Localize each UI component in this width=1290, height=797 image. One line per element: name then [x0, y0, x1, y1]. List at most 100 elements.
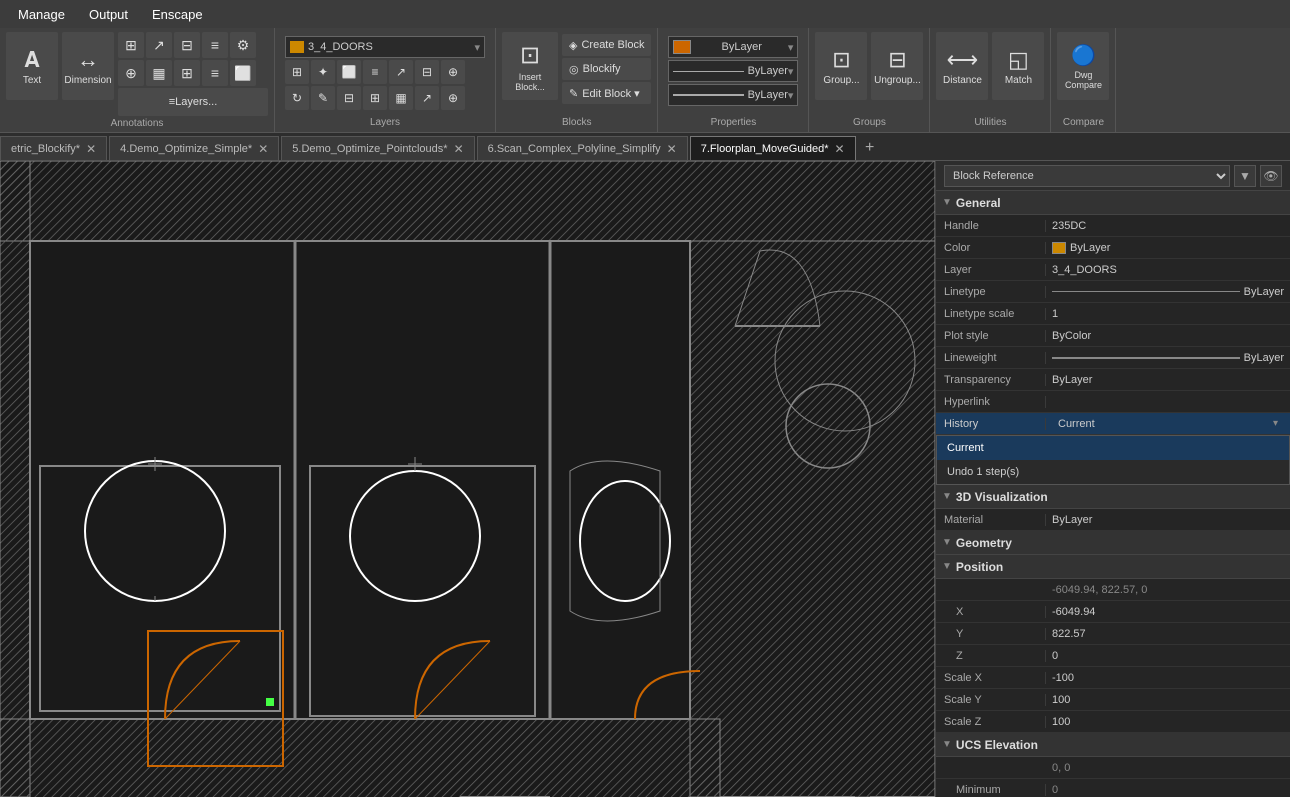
tab-0-close[interactable]: ✕ [86, 142, 96, 156]
section-ucs-label: UCS Elevation [956, 738, 1038, 752]
section-geometry[interactable]: ▼ Geometry [936, 531, 1290, 555]
layer-dropdown[interactable]: 3_4_DOORS ▾ [285, 36, 485, 58]
panel-header: Block Reference ▼ 👁 [936, 161, 1290, 191]
section-general[interactable]: ▼ General [936, 191, 1290, 215]
ribbon-group-blocks: ⊡ Insert Block... ◈ Create Block ◎ Block… [496, 28, 658, 132]
menu-manage[interactable]: Manage [8, 3, 75, 26]
layer-btn-4[interactable]: ≡ [363, 60, 387, 84]
tab-1-close[interactable]: ✕ [258, 142, 268, 156]
tab-3-close[interactable]: ✕ [667, 142, 677, 156]
prop-linetype: Linetype ByLayer [936, 281, 1290, 303]
menu-output[interactable]: Output [79, 3, 138, 26]
layer-btn-10[interactable]: ⊟ [337, 86, 361, 110]
create-block-icon: ◈ [569, 39, 577, 52]
group-button[interactable]: ⊡ Group... [815, 32, 867, 100]
properties-group-label: Properties [664, 115, 802, 128]
tab-1[interactable]: 4.Demo_Optimize_Simple* ✕ [109, 136, 279, 160]
layer-btn-13[interactable]: ↗ [415, 86, 439, 110]
tab-0[interactable]: etric_Blockify* ✕ [0, 136, 107, 160]
section-ucs[interactable]: ▼ UCS Elevation [936, 733, 1290, 757]
color-swatch [673, 40, 691, 54]
ribbon-group-groups: ⊡ Group... ⊟ Ungroup... Groups [809, 28, 930, 132]
anno-btn-10[interactable]: ⬜ [230, 60, 256, 86]
layer-btn-11[interactable]: ⊞ [363, 86, 387, 110]
distance-button[interactable]: ⟷ Distance [936, 32, 988, 100]
tab-4[interactable]: 7.Floorplan_MoveGuided* ✕ [690, 136, 856, 160]
prop-lineweight: Lineweight ByLayer [936, 347, 1290, 369]
section-3d-viz[interactable]: ▼ 3D Visualization [936, 485, 1290, 509]
match-button[interactable]: ◱ Match [992, 32, 1044, 100]
text-icon: 𝐀 [24, 47, 39, 73]
dwg-compare-button[interactable]: 🔵 Dwg Compare [1057, 32, 1109, 100]
block-reference-select[interactable]: Block Reference [944, 165, 1230, 187]
tabs-bar: etric_Blockify* ✕ 4.Demo_Optimize_Simple… [0, 133, 1290, 161]
dwg-compare-icon: 🔵 [1071, 43, 1096, 68]
lineweight-prop-dropdown[interactable]: ByLayer ▾ [668, 84, 798, 106]
section-3d-label: 3D Visualization [956, 490, 1048, 504]
history-value: Current [1058, 418, 1095, 430]
color-prop-dropdown[interactable]: ByLayer ▾ [668, 36, 798, 58]
text-button[interactable]: 𝐀 Text [6, 32, 58, 100]
anno-btn-2[interactable]: ↗ [146, 32, 172, 58]
anno-btn-3[interactable]: ⊟ [174, 32, 200, 58]
insert-block-button[interactable]: ⊡ Insert Block... [502, 32, 558, 100]
edit-block-button[interactable]: ✎ Edit Block ▾ [562, 82, 651, 104]
layers-btn[interactable]: ≡ Layers... [118, 88, 268, 116]
tab-4-close[interactable]: ✕ [835, 142, 845, 156]
prop-position-x: X -6049.94 [936, 601, 1290, 623]
blockify-button[interactable]: ◎ Blockify [562, 58, 651, 80]
tab-2[interactable]: 5.Demo_Optimize_Pointclouds* ✕ [281, 136, 474, 160]
anno-btn-4[interactable]: ≡ [202, 32, 228, 58]
ribbon-group-compare: 🔵 Dwg Compare Compare [1051, 28, 1116, 132]
prop-linetype-scale: Linetype scale 1 [936, 303, 1290, 325]
panel-filter-btn[interactable]: ▼ [1234, 165, 1256, 187]
section-position[interactable]: ▼ Position [936, 555, 1290, 579]
anno-btn-9[interactable]: ≡ [202, 60, 228, 86]
anno-btn-8[interactable]: ⊞ [174, 60, 200, 86]
floor-plan-svg [0, 161, 935, 797]
prop-scale-y: Scale Y 100 [936, 689, 1290, 711]
layer-btn-2[interactable]: ✦ [311, 60, 335, 84]
match-icon: ◱ [1008, 47, 1029, 73]
layer-btn-14[interactable]: ⊕ [441, 86, 465, 110]
distance-icon: ⟷ [947, 47, 979, 73]
layer-btn-3[interactable]: ⬜ [337, 60, 361, 84]
layer-btn-7[interactable]: ⊕ [441, 60, 465, 84]
prop-position-y: Y 822.57 [936, 623, 1290, 645]
ribbon-group-annotations: 𝐀 Text ↔ Dimension ⊞ ↗ ⊟ ≡ ⚙ ⊕ ▦ ⊞ ≡ ⬜ [0, 28, 275, 132]
anno-btn-5[interactable]: ⚙ [230, 32, 256, 58]
tab-0-label: etric_Blockify* [11, 143, 80, 155]
layer-btn-12[interactable]: ▦ [389, 86, 413, 110]
insert-block-icon: ⊡ [520, 41, 540, 70]
prop-history[interactable]: History Current ▾ [936, 413, 1290, 435]
dropdown-option-current[interactable]: Current [937, 436, 1289, 460]
layer-btn-8[interactable]: ↻ [285, 86, 309, 110]
layer-btn-5[interactable]: ↗ [389, 60, 413, 84]
dropdown-option-undo[interactable]: Undo 1 step(s) [937, 460, 1289, 484]
layer-btn-9[interactable]: ✎ [311, 86, 335, 110]
layer-btn-1[interactable]: ⊞ [285, 60, 309, 84]
anno-btn-1[interactable]: ⊞ [118, 32, 144, 58]
ribbon-group-layers: 3_4_DOORS ▾ ⊞ ✦ ⬜ ≡ ↗ ⊟ ⊕ ↻ ✎ ⊟ ⊞ [275, 28, 496, 132]
anno-btn-6[interactable]: ⊕ [118, 60, 144, 86]
linetype-prop-dropdown[interactable]: ByLayer ▾ [668, 60, 798, 82]
canvas-area[interactable] [0, 161, 935, 797]
tab-2-close[interactable]: ✕ [454, 142, 464, 156]
anno-btn-7[interactable]: ▦ [146, 60, 172, 86]
tab-3[interactable]: 6.Scan_Complex_Polyline_Simplify ✕ [477, 136, 688, 160]
tab-4-label: 7.Floorplan_MoveGuided* [701, 143, 829, 155]
menu-enscape[interactable]: Enscape [142, 3, 213, 26]
panel-eye-btn[interactable]: 👁 [1260, 165, 1282, 187]
ungroup-icon: ⊟ [888, 47, 906, 73]
tab-2-label: 5.Demo_Optimize_Pointclouds* [292, 143, 447, 155]
ungroup-button[interactable]: ⊟ Ungroup... [871, 32, 923, 100]
prop-hyperlink: Hyperlink [936, 391, 1290, 413]
history-dropdown-row[interactable]: Current ▾ [1052, 418, 1284, 430]
tab-add-button[interactable]: + [858, 136, 882, 160]
groups-group-label: Groups [815, 115, 923, 128]
dimension-button[interactable]: ↔ Dimension [62, 32, 114, 100]
layer-btn-6[interactable]: ⊟ [415, 60, 439, 84]
create-block-button[interactable]: ◈ Create Block [562, 34, 651, 56]
prop-ucs-values: 0, 0 [936, 757, 1290, 779]
prop-material: Material ByLayer [936, 509, 1290, 531]
